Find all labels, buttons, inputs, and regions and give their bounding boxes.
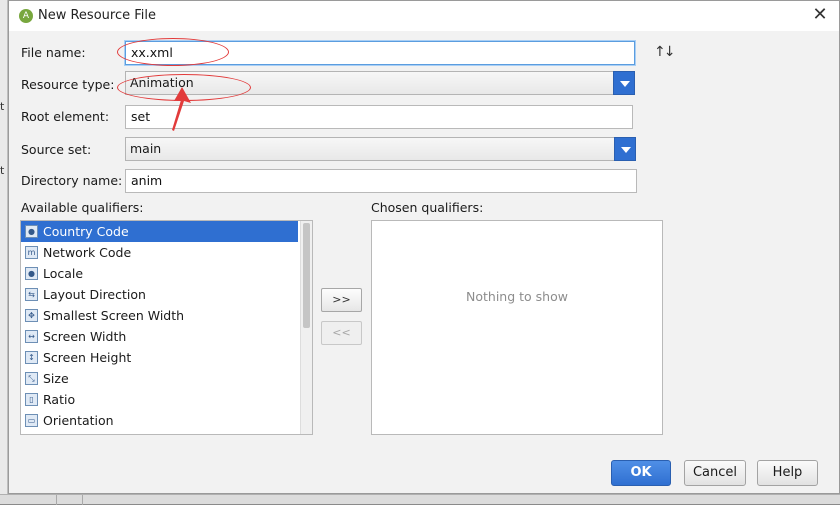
- empty-state-text: Nothing to show: [466, 289, 568, 304]
- remove-qualifier-button[interactable]: <<: [321, 321, 362, 345]
- list-item-size[interactable]: ⤡ Size: [21, 368, 312, 389]
- chosen-qualifiers-label: Chosen qualifiers:: [371, 200, 484, 215]
- list-item-orientation[interactable]: ▭ Orientation: [21, 410, 312, 431]
- size-icon: ⤡: [25, 372, 38, 385]
- layout-direction-icon: ⇆: [25, 288, 38, 301]
- list-item-screen-height[interactable]: ↕ Screen Height: [21, 347, 312, 368]
- list-scrollbar[interactable]: [300, 221, 312, 434]
- scrollbar-thumb[interactable]: [303, 223, 310, 328]
- android-studio-icon: A: [19, 9, 33, 23]
- network-icon: m: [25, 246, 38, 259]
- annotation-ellipse-file-name: [117, 38, 229, 66]
- directory-name-input[interactable]: anim: [125, 169, 637, 193]
- new-resource-file-dialog: A New Resource File ✕ File name: xx.xml …: [8, 0, 840, 494]
- sort-icon[interactable]: ↑↓: [654, 44, 676, 60]
- orientation-icon: ▭: [25, 414, 38, 427]
- help-button[interactable]: Help: [757, 460, 818, 486]
- root-element-label: Root element:: [21, 109, 110, 124]
- dialog-title: New Resource File: [38, 8, 156, 23]
- list-item-label: Ratio: [43, 392, 76, 407]
- chosen-qualifiers-list[interactable]: Nothing to show: [371, 220, 663, 435]
- file-name-label: File name:: [21, 45, 86, 60]
- add-qualifier-button[interactable]: >>: [321, 288, 362, 312]
- list-item-country-code[interactable]: ● Country Code: [21, 221, 298, 242]
- list-item-label: Network Code: [43, 245, 132, 260]
- close-icon[interactable]: ✕: [811, 6, 829, 24]
- ok-button[interactable]: OK: [611, 460, 671, 486]
- background-window-strip: t t: [0, 0, 8, 504]
- list-item-smallest-screen-width[interactable]: ✥ Smallest Screen Width: [21, 305, 312, 326]
- list-item-label: Size: [43, 371, 69, 386]
- list-item-label: Orientation: [43, 413, 114, 428]
- globe-icon: ●: [25, 267, 38, 280]
- list-item-label: Screen Width: [43, 329, 127, 344]
- list-item-label: Locale: [43, 266, 84, 281]
- list-item-ratio[interactable]: ▯ Ratio: [21, 389, 312, 410]
- list-item-layout-direction[interactable]: ⇆ Layout Direction: [21, 284, 312, 305]
- list-item-label: Smallest Screen Width: [43, 308, 185, 323]
- source-set-label: Source set:: [21, 142, 92, 157]
- source-set-value: main: [130, 141, 162, 156]
- background-window-bottom: [0, 494, 840, 505]
- list-item-label: Country Code: [43, 224, 129, 239]
- dialog-titlebar: A New Resource File ✕: [9, 1, 839, 31]
- screen-width-icon: ✥: [25, 309, 38, 322]
- annotation-arrow: [172, 87, 191, 131]
- background-text: t: [0, 164, 5, 177]
- chevron-down-icon[interactable]: [613, 71, 635, 95]
- list-item-screen-width[interactable]: ↔ Screen Width: [21, 326, 312, 347]
- available-qualifiers-list[interactable]: ● Country Code m Network Code ● Locale ⇆…: [20, 220, 313, 435]
- background-text: t: [0, 100, 5, 113]
- list-item-locale[interactable]: ● Locale: [21, 263, 312, 284]
- root-element-input[interactable]: set: [125, 105, 633, 129]
- globe-icon: ●: [25, 225, 38, 238]
- list-item-label: Layout Direction: [43, 287, 146, 302]
- screen-height-icon: ↕: [25, 351, 38, 364]
- ratio-icon: ▯: [25, 393, 38, 406]
- resource-type-label: Resource type:: [21, 77, 115, 92]
- list-item-network-code[interactable]: m Network Code: [21, 242, 312, 263]
- cancel-button[interactable]: Cancel: [684, 460, 746, 486]
- source-set-select[interactable]: main: [125, 137, 636, 161]
- chevron-down-icon[interactable]: [614, 137, 636, 161]
- available-qualifiers-label: Available qualifiers:: [21, 200, 144, 215]
- screen-width-icon: ↔: [25, 330, 38, 343]
- list-item-label: Screen Height: [43, 350, 132, 365]
- directory-name-label: Directory name:: [21, 173, 123, 188]
